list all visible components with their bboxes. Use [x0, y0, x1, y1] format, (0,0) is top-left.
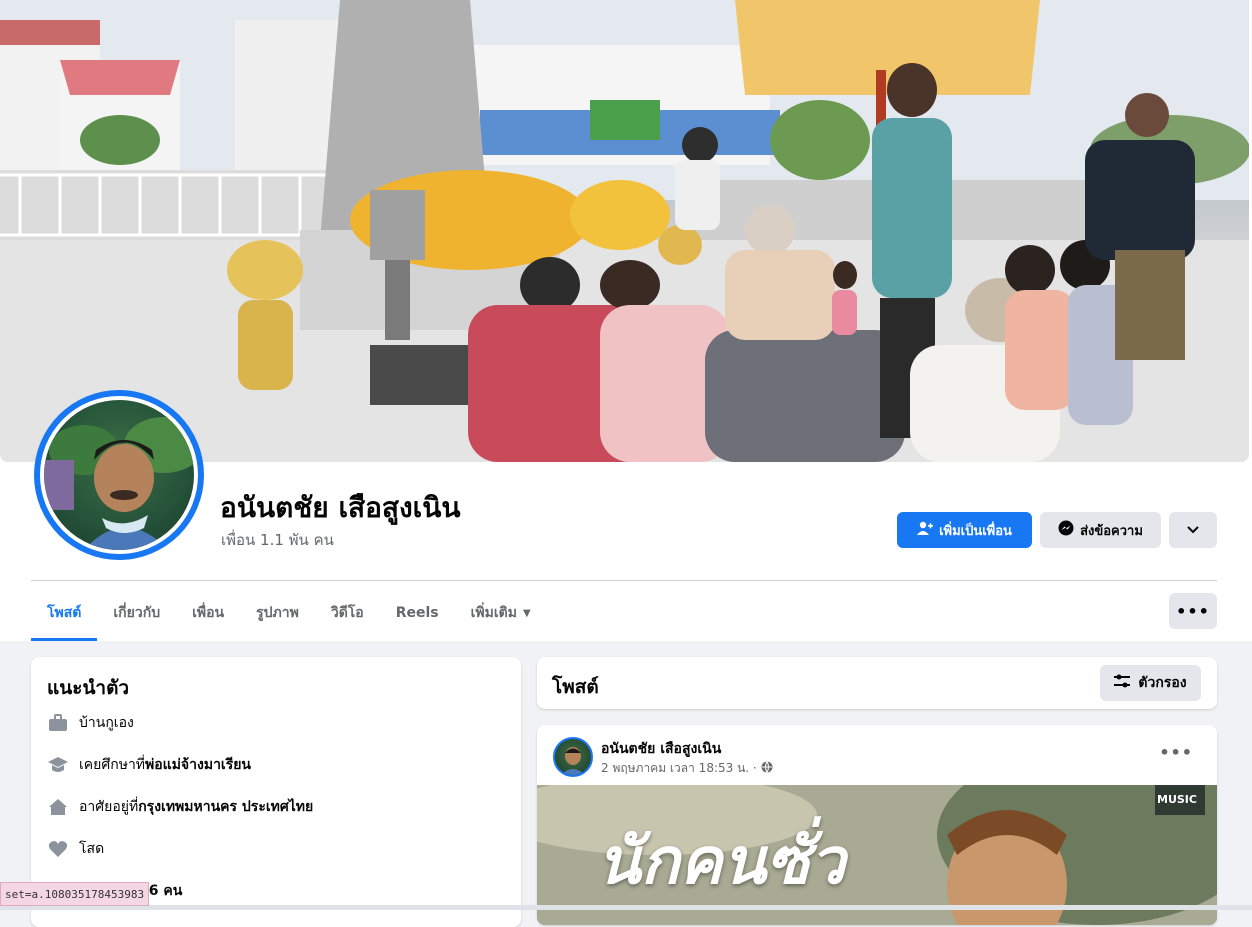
intro-item-home: อาศัยอยู่ที่ กรุงเทพมหานคร ประเทศไทย: [47, 796, 313, 818]
tab-label: โพสต์: [47, 605, 82, 621]
tab-label: เพิ่มเติม: [470, 605, 517, 621]
post-media[interactable]: นักคนซั่ว MUSIC: [537, 785, 1217, 925]
intro-work-text: บ้านกูเอง: [79, 715, 134, 731]
tab-more[interactable]: เพิ่มเติม ▼: [455, 588, 547, 638]
tab-about[interactable]: เกี่ยวกับ: [97, 588, 176, 638]
cover-photo[interactable]: [0, 0, 1249, 462]
message-button[interactable]: ส่งข้อความ: [1040, 512, 1161, 548]
post-time-text: 2 พฤษภาคม เวลา 18:53 น. ·: [601, 761, 757, 775]
intro-item-work: บ้านกูเอง: [47, 712, 134, 734]
cover-illustration: [0, 0, 1249, 462]
chevron-down-icon: [1187, 523, 1199, 538]
more-horizontal-icon: •••: [1176, 601, 1210, 621]
post-author-name[interactable]: อนันตชัย เสือสูงเนิน: [601, 738, 721, 760]
status-bar-url: set=a.108035178453983: [0, 882, 150, 906]
filter-icon: [1114, 674, 1131, 692]
filter-button[interactable]: ตัวกรอง: [1100, 665, 1201, 701]
tab-videos[interactable]: วิดีโอ: [315, 588, 380, 638]
post-card: อนันตชัย เสือสูงเนิน 2 พฤษภาคม เวลา 18:5…: [537, 725, 1217, 925]
tab-label: เกี่ยวกับ: [113, 605, 161, 621]
post-media-title: นักคนซั่ว: [597, 825, 846, 899]
post-media-logo: MUSIC: [1157, 793, 1197, 806]
post-author-avatar[interactable]: [553, 737, 593, 777]
tabs-options-button[interactable]: •••: [1169, 593, 1217, 629]
add-friend-label: เพิ่มเป็นเพื่อน: [939, 523, 1012, 539]
intro-education-school[interactable]: พ่อแม่จ้างมาเรียน: [145, 754, 251, 776]
intro-home-location[interactable]: กรุงเทพมหานคร ประเทศไทย: [138, 796, 313, 818]
profile-name: อนันตชัย เสือสูงเนิน: [220, 491, 461, 524]
friends-count[interactable]: เพื่อน 1.1 พัน คน: [221, 528, 334, 552]
graduation-cap-icon: [47, 754, 69, 776]
avatar-image: [40, 396, 198, 554]
home-icon: [47, 796, 69, 818]
tab-label: เพื่อน: [192, 605, 225, 621]
messenger-icon: [1058, 520, 1074, 540]
profile-header: อนันตชัย เสือสูงเนิน เพื่อน 1.1 พัน คน เ…: [0, 0, 1252, 641]
briefcase-icon: [47, 712, 69, 734]
posts-title: โพสต์: [552, 676, 599, 698]
tab-label: รูปภาพ: [256, 605, 299, 621]
posts-header-card: โพสต์ ตัวกรอง: [537, 657, 1217, 709]
heart-icon: [47, 838, 69, 860]
intro-education-prefix: เคยศึกษาที่: [79, 757, 146, 773]
tab-posts[interactable]: โพสต์: [31, 588, 98, 641]
add-friend-button[interactable]: เพิ่มเป็นเพื่อน: [897, 512, 1032, 548]
message-label: ส่งข้อความ: [1080, 523, 1143, 539]
intro-title: แนะนำตัว: [47, 677, 130, 699]
tab-reels[interactable]: Reels: [380, 588, 455, 638]
profile-options-button[interactable]: [1169, 512, 1217, 548]
add-friend-icon: [917, 520, 934, 540]
intro-home-prefix: อาศัยอยู่ที่: [79, 799, 139, 815]
profile-avatar[interactable]: [34, 390, 204, 560]
post-timestamp[interactable]: 2 พฤษภาคม เวลา 18:53 น. ·: [601, 759, 773, 778]
tab-friends[interactable]: เพื่อน: [176, 588, 240, 638]
filter-label: ตัวกรอง: [1138, 675, 1187, 691]
profile-tabs: โพสต์ เกี่ยวกับ เพื่อน รูปภาพ วิดีโอ Ree…: [31, 588, 547, 641]
tab-label: Reels: [395, 605, 439, 621]
tab-label: วิดีโอ: [330, 605, 364, 621]
header-divider: [31, 580, 1217, 581]
globe-icon: [761, 761, 773, 776]
intro-relationship-text: โสด: [79, 841, 105, 857]
more-horizontal-icon: •••: [1159, 743, 1193, 762]
intro-item-relationship: โสด: [47, 838, 104, 860]
intro-item-education: เคยศึกษาที่ พ่อแม่จ้างมาเรียน: [47, 754, 251, 776]
caret-down-icon: ▼: [522, 607, 531, 619]
window-bottom-edge: [0, 905, 1252, 910]
post-options-button[interactable]: •••: [1159, 743, 1193, 762]
tab-photos[interactable]: รูปภาพ: [240, 588, 315, 638]
